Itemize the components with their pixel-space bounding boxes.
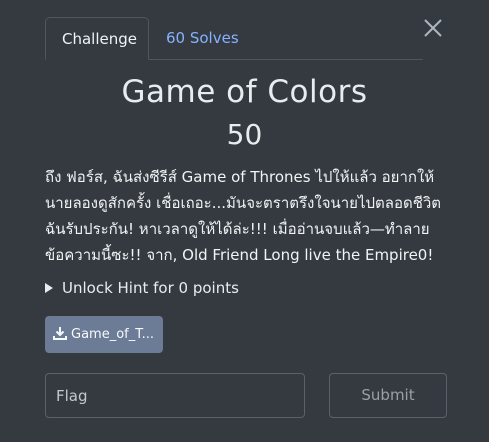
file-download-label: Game_of_T... [71, 327, 155, 342]
close-button[interactable] [421, 16, 445, 40]
tab-solves[interactable]: 60 Solves [150, 17, 255, 59]
file-download-button[interactable]: Game_of_T... [45, 316, 163, 353]
unlock-hint-toggle[interactable]: Unlock Hint for 0 points [45, 277, 239, 299]
close-icon [424, 19, 442, 37]
download-icon [53, 327, 67, 340]
submit-button[interactable]: Submit [329, 373, 447, 418]
tab-challenge[interactable]: Challenge [45, 17, 149, 60]
challenge-description: ถึง ฟอร์ส, ฉันส่งซีรีส์ Game of Thrones … [45, 168, 442, 264]
challenge-title: Game of Colors [121, 74, 368, 110]
unlock-hint-label: Unlock Hint for 0 points [62, 279, 239, 297]
tab-bar: Challenge 60 Solves [45, 17, 423, 60]
challenge-points: 50 [226, 118, 263, 151]
triangle-right-icon [45, 283, 53, 293]
flag-input[interactable] [45, 373, 305, 418]
